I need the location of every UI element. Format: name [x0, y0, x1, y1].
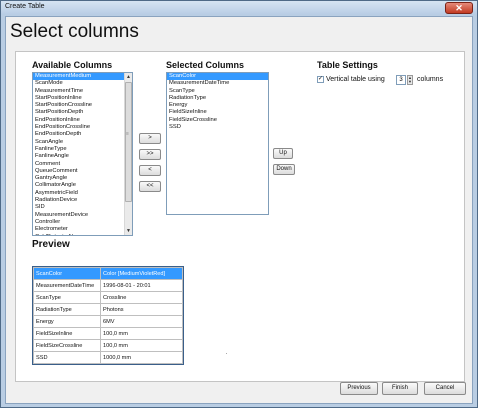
cancel-button[interactable]: Cancel	[424, 382, 466, 395]
selected-items-container: ScanColor MeasurementDateTime ScanType Radi…	[167, 73, 268, 131]
preview-label: Preview	[32, 239, 70, 250]
selected-list-item[interactable]: Energy	[167, 102, 268, 109]
preview-field-value: 6MV	[100, 315, 183, 328]
available-list-item[interactable]: Electrometer	[33, 226, 132, 233]
scroll-down-icon[interactable]: ▼	[125, 227, 132, 235]
preview-field-name: SSD	[33, 351, 101, 364]
scroll-up-icon[interactable]: ▲	[125, 73, 132, 81]
available-list-item[interactable]: MeasurementTime	[33, 88, 132, 95]
selected-list-item[interactable]: SSD	[167, 124, 268, 131]
preview-field-name: ScanType	[33, 291, 101, 304]
selected-list-item[interactable]: RadiationType	[167, 95, 268, 102]
close-button[interactable]: ✕	[445, 2, 473, 14]
columns-count-input[interactable]: 3	[396, 75, 406, 85]
spin-down-icon[interactable]: ▼	[408, 80, 412, 84]
available-list-item[interactable]: ColdDetectorName	[33, 234, 132, 235]
available-list-item[interactable]: EndPositionCrossline	[33, 124, 132, 131]
selected-list-item[interactable]: ScanType	[167, 88, 268, 95]
available-list-item[interactable]: FanlineAngle	[33, 153, 132, 160]
preview-table: ScanColor Color [MediumVioletRed] Measurem…	[32, 266, 184, 365]
preview-row: RadiationType Photons	[33, 303, 183, 316]
preview-field-name: FieldSizeCrossline	[33, 339, 101, 352]
columns-spinner[interactable]: ▲ ▼	[407, 75, 413, 85]
move-down-button[interactable]: Down	[273, 164, 295, 175]
remove-all-columns-button[interactable]: <<	[139, 181, 161, 192]
available-list-item[interactable]: GantryAngle	[33, 175, 132, 182]
vertical-table-label: Vertical table using	[326, 76, 385, 83]
columns-label: columns	[417, 76, 444, 83]
preview-field-name: Energy	[33, 315, 101, 328]
available-columns-list[interactable]: MeasurementMedium ScanMode MeasurementTime…	[32, 72, 133, 236]
available-list-item[interactable]: Comment	[33, 161, 132, 168]
preview-row: ScanType Crossline	[33, 291, 183, 304]
preview-field-value: 100,0 mm	[100, 327, 183, 340]
title-bar[interactable]: Create Table ✕	[1, 1, 477, 15]
remove-column-button[interactable]: <	[139, 165, 161, 176]
page-title: Select columns	[10, 21, 139, 42]
vertical-table-checkbox[interactable]: ✓	[317, 76, 324, 83]
close-icon: ✕	[455, 3, 463, 13]
add-column-button[interactable]: >	[139, 133, 161, 144]
preview-field-value: 100,0 mm	[100, 339, 183, 352]
available-list-item[interactable]: ScanMode	[33, 80, 132, 87]
available-list-item[interactable]: Controller	[33, 219, 132, 226]
available-list-item[interactable]: EndPositionInline	[33, 117, 132, 124]
selected-list-item[interactable]: MeasurementDateTime	[167, 80, 268, 87]
dialog-client-area: Select columns Available Columns Measure…	[5, 16, 473, 404]
preview-field-name: ScanColor	[33, 267, 101, 280]
selected-list-item[interactable]: FieldSizeInline	[167, 109, 268, 116]
preview-field-value: Crossline	[100, 291, 183, 304]
table-settings-label: Table Settings	[317, 60, 378, 70]
scroll-thumb[interactable]	[125, 82, 132, 202]
preview-row: SSD 1000,0 mm	[33, 351, 183, 364]
available-list-item[interactable]: FanlineType	[33, 146, 132, 153]
available-items-container: MeasurementMedium ScanMode MeasurementTime…	[33, 73, 132, 235]
preview-field-name: MeasurementDateTime	[33, 279, 101, 292]
preview-field-name: FieldSizeInline	[33, 327, 101, 340]
available-list-item[interactable]: StartPositionInline	[33, 95, 132, 102]
preview-row: FieldSizeInline 100,0 mm	[33, 327, 183, 340]
available-list-item[interactable]: StartPositionDepth	[33, 109, 132, 116]
available-list-item[interactable]: EndPositionDepth	[33, 131, 132, 138]
available-list-item[interactable]: StartPositionCrossline	[33, 102, 132, 109]
selected-columns-list[interactable]: ScanColor MeasurementDateTime ScanType Radi…	[166, 72, 269, 215]
available-columns-label: Available Columns	[32, 60, 113, 70]
preview-field-value: 1000,0 mm	[100, 351, 183, 364]
preview-row: ScanColor Color [MediumVioletRed]	[33, 267, 183, 280]
preview-field-value: 1996-08-01 - 20:01	[100, 279, 183, 292]
preview-field-value: Color [MediumVioletRed]	[100, 267, 183, 280]
preview-row: Energy 6MV	[33, 315, 183, 328]
available-list-item[interactable]: MeasurementMedium	[33, 73, 132, 81]
available-list-item[interactable]: ScanAngle	[33, 139, 132, 146]
selected-list-item[interactable]: FieldSizeCrossline	[167, 117, 268, 124]
preview-field-value: Photons	[100, 303, 183, 316]
create-table-dialog: Create Table ✕ Select columns Available …	[0, 0, 478, 408]
available-list-item[interactable]: CollimatorAngle	[33, 182, 132, 189]
grip-icon: ≡	[126, 131, 129, 137]
previous-button[interactable]: Previous	[340, 382, 378, 395]
selected-list-item[interactable]: ScanColor	[167, 73, 268, 81]
checkmark-icon: ✓	[318, 76, 324, 82]
available-list-item[interactable]: MeasurementDevice	[33, 212, 132, 219]
preview-row: MeasurementDateTime 1996-08-01 - 20:01	[33, 279, 183, 292]
available-list-item[interactable]: SID	[33, 204, 132, 211]
available-scrollbar[interactable]: ▲ ≡ ▼	[124, 73, 132, 235]
decorative-dot	[226, 353, 227, 354]
finish-button[interactable]: Finish	[382, 382, 418, 395]
add-all-columns-button[interactable]: >>	[139, 149, 161, 160]
preview-row: FieldSizeCrossline 100,0 mm	[33, 339, 183, 352]
preview-field-name: RadiationType	[33, 303, 101, 316]
available-list-item[interactable]: QueueComment	[33, 168, 132, 175]
selected-columns-label: Selected Columns	[166, 60, 245, 70]
window-title: Create Table	[5, 3, 45, 10]
available-list-item[interactable]: RadiationDevice	[33, 197, 132, 204]
available-list-item[interactable]: AsymmetricField	[33, 190, 132, 197]
move-up-button[interactable]: Up	[273, 148, 293, 159]
